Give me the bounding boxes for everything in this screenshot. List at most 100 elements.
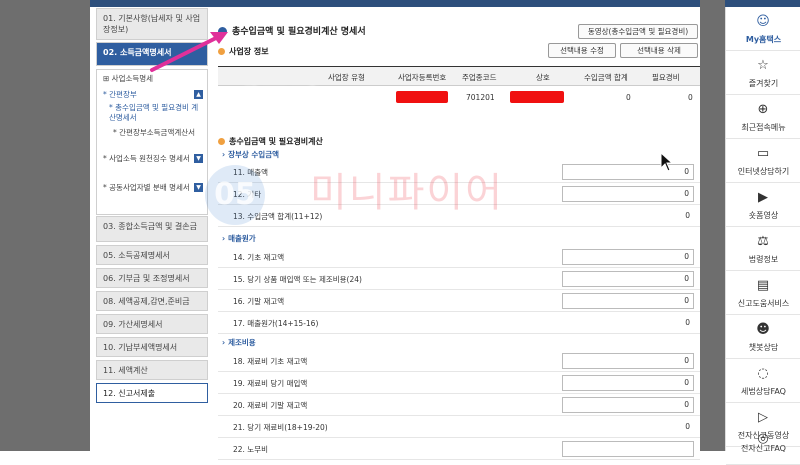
- annotation-arrow-icon: [150, 32, 228, 72]
- expand-icon[interactable]: ▼: [194, 154, 203, 163]
- nav-item-total-income[interactable]: 03. 종합소득금액 및 결손금: [96, 216, 208, 242]
- mouse-cursor-icon: [660, 152, 674, 172]
- sidebar-label: 최근접속메뉴: [741, 123, 786, 132]
- col-header: 필요경비: [652, 73, 680, 82]
- section-title-text: 총수입금액 및 필요경비계산: [229, 137, 323, 146]
- watermark-text: 미니파이어: [310, 170, 504, 216]
- sidebar-item-favorites[interactable]: ☆ 즐겨찾기: [726, 51, 800, 95]
- chevron-right-icon: ›: [222, 338, 226, 347]
- sidebar-item-efile-faq[interactable]: ◎ 전자신고FAQ: [726, 431, 800, 465]
- nav-item-label: 12. 신고서제출: [103, 389, 156, 398]
- col-header: 사업자등록번호: [398, 73, 447, 82]
- page-title-text: 총수입금액 및 필요경비계산 명세서: [232, 27, 366, 37]
- sub-nav-label: 사업소득 원천징수 명세서: [109, 154, 190, 163]
- sidebar-item-my-hometax[interactable]: ☺ My홈택스: [726, 7, 800, 51]
- nav-item-deductions[interactable]: 05. 소득공제명세서: [96, 245, 208, 265]
- monitor-icon: ▭: [756, 146, 770, 161]
- nav-item-label: 08. 세액공제,감면,준비금: [103, 297, 190, 306]
- calc-section-title: 총수입금액 및 필요경비계산: [218, 136, 323, 147]
- line-row: 16. 기말 재고액 0: [218, 290, 700, 312]
- line-label: 15. 당기 상품 매입액 또는 제조비용(24): [233, 275, 362, 284]
- nav-item-penalty[interactable]: 09. 가산세명세서: [96, 314, 208, 334]
- sidebar-label: 즐겨찾기: [748, 79, 779, 88]
- amount-input[interactable]: 0: [562, 186, 694, 202]
- amount-input[interactable]: 0: [562, 164, 694, 180]
- collapse-icon[interactable]: ▲: [194, 90, 203, 99]
- line-label: 20. 재료비 기말 재고액: [233, 401, 308, 410]
- sub-nav-label: 간편장부: [109, 90, 137, 99]
- line-row: 19. 재료비 당기 매입액 0: [218, 372, 700, 394]
- line-row: 21. 당기 재료비(18+19-20) 0: [218, 416, 700, 438]
- cell-expense: 0: [688, 93, 693, 102]
- amount-input[interactable]: 0: [562, 375, 694, 391]
- sidebar-item-recent[interactable]: ⊕ 최근접속메뉴: [726, 95, 800, 139]
- nav-item-label: 10. 기납부세액명세서: [103, 343, 178, 352]
- help-doc-icon: ▤: [756, 278, 770, 293]
- nav-item-submit[interactable]: 12. 신고서제출: [96, 383, 208, 403]
- cell-industry-code: 701201: [466, 93, 495, 102]
- star-icon: ☆: [757, 58, 769, 73]
- sub-nav-item-simple-calc[interactable]: * 간편장부소득금액계산서: [103, 128, 203, 138]
- nav-item-donations[interactable]: 06. 기부금 및 조정명세서: [96, 268, 208, 288]
- nav-item-label: 11. 세액계산: [103, 366, 148, 375]
- redacted-block: [396, 91, 448, 103]
- nav-item-tax-calc[interactable]: 11. 세액계산: [96, 360, 208, 380]
- sidebar-label: 숏폼영상: [748, 211, 779, 220]
- line-row: 15. 당기 상품 매입액 또는 제조비용(24) 0: [218, 268, 700, 290]
- amount-input[interactable]: 0: [562, 353, 694, 369]
- expand-icon[interactable]: ▼: [194, 183, 203, 192]
- sub-title-cogs: › 매출원가: [222, 233, 256, 244]
- sidebar-item-online-consult[interactable]: ▭ 인터넷상담하기: [726, 139, 800, 183]
- amount-input[interactable]: 0: [562, 249, 694, 265]
- line-label: 17. 매출원가(14+15-16): [233, 319, 319, 328]
- line-row: 20. 재료비 기말 재고액 0: [218, 394, 700, 416]
- sub-nav-item-joint-business[interactable]: * 공동사업자별 분배 명세서: [103, 183, 203, 193]
- line-row: 17. 매출원가(14+15-16) 0: [218, 312, 700, 334]
- line-label: 14. 기초 재고액: [233, 253, 285, 262]
- edit-selected-button[interactable]: 선택내용 수정: [548, 43, 616, 58]
- col-header: 사업장 유형: [328, 73, 365, 82]
- sidebar-item-law-info[interactable]: ⚖ 법령정보: [726, 227, 800, 271]
- left-gutter: [0, 0, 90, 451]
- nav-item-label: 03. 종합소득금액 및 결손금: [103, 222, 197, 231]
- sub-nav-item-simple-ledger[interactable]: * 간편장부: [103, 90, 203, 100]
- sub-title-text: 매출원가: [228, 234, 256, 243]
- top-bar: [90, 0, 700, 7]
- line-row: 22. 노무비: [218, 438, 700, 460]
- delete-selected-button[interactable]: 선택내용 삭제: [620, 43, 698, 58]
- sub-nav-label: 공동사업자별 분배 명세서: [109, 183, 190, 192]
- amount-value: 0: [685, 211, 690, 220]
- sidebar-label: 전자신고FAQ: [741, 444, 786, 453]
- sub-title-manufacturing: › 제조비용: [222, 337, 256, 348]
- nav-item-label: 09. 가산세명세서: [103, 320, 163, 329]
- sidebar-item-shortform[interactable]: ▶ 숏폼영상: [726, 183, 800, 227]
- nav-item-tax-credits[interactable]: 08. 세액공제,감면,준비금: [96, 291, 208, 311]
- nav-item-prepaid-tax[interactable]: 10. 기납부세액명세서: [96, 337, 208, 357]
- chatbot-icon: ☻: [756, 322, 770, 337]
- sidebar-item-filing-help[interactable]: ▤ 신고도움서비스: [726, 271, 800, 315]
- play-icon: ▶: [758, 190, 768, 205]
- sub-title-text: 제조비용: [228, 338, 256, 347]
- amount-input[interactable]: 0: [562, 293, 694, 309]
- amount-input[interactable]: 0: [562, 397, 694, 413]
- right-sidebar: ☺ My홈택스 ☆ 즐겨찾기 ⊕ 최근접속메뉴 ▭ 인터넷상담하기 ▶ 숏폼영상 ⚖ 법령정…: [725, 7, 800, 465]
- redacted-block: [510, 91, 564, 103]
- amount-input[interactable]: 0: [562, 271, 694, 287]
- line-label: 16. 기말 재고액: [233, 297, 285, 306]
- cell-income-total: 0: [626, 93, 631, 102]
- sidebar-label: My홈택스: [745, 35, 782, 44]
- video-button[interactable]: 동영상(총수입금액 및 필요경비): [578, 24, 698, 39]
- sub-nav-item-withholding[interactable]: * 사업소득 원천징수 명세서: [103, 154, 203, 164]
- sidebar-item-chatbot[interactable]: ☻ 챗봇상담: [726, 315, 800, 359]
- amount-input[interactable]: [562, 441, 694, 457]
- sidebar-item-tax-faq[interactable]: ◌ 세법상담FAQ: [726, 359, 800, 403]
- chevron-right-icon: ›: [222, 234, 226, 243]
- watermark-badge: 05: [205, 165, 265, 225]
- line-label: 18. 재료비 기초 재고액: [233, 357, 308, 366]
- nav-item-label: 06. 기부금 및 조정명세서: [103, 274, 190, 283]
- sub-nav-item-income-expense[interactable]: * 총수입금액 및 필요경비 계산명세서: [103, 103, 203, 123]
- sidebar-label: 법령정보: [748, 255, 779, 264]
- page-title: 총수입금액 및 필요경비계산 명세서: [218, 24, 366, 37]
- top-bar-right: [725, 0, 800, 7]
- col-header: 주업종코드: [462, 73, 497, 82]
